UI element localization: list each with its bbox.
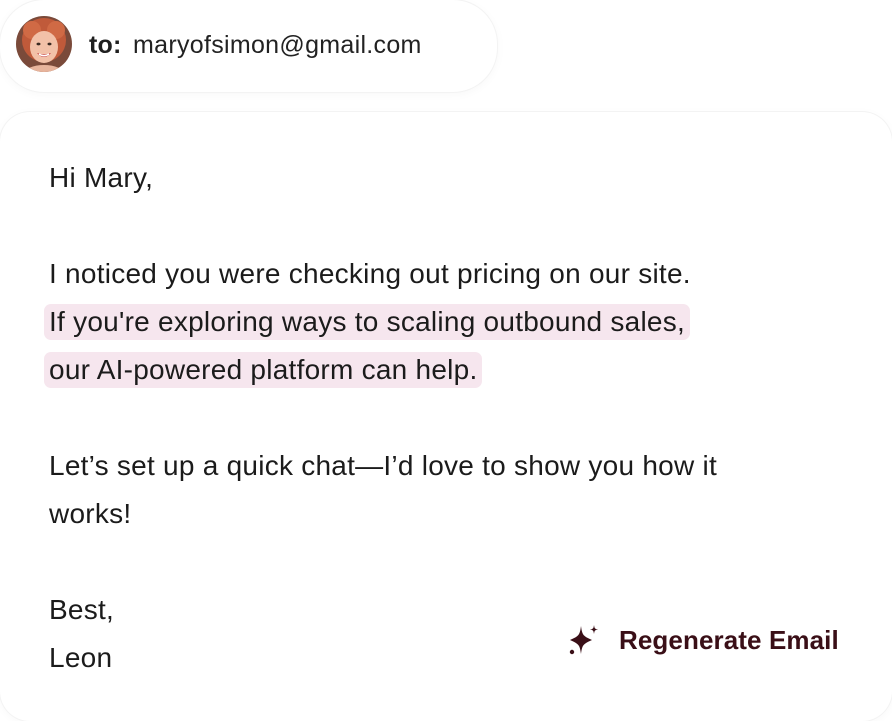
email-paragraph-1-line-1: I noticed you were checking out pricing … (49, 258, 691, 289)
avatar[interactable] (16, 16, 72, 72)
to-label: to: (89, 31, 122, 59)
regenerate-label: Regenerate Email (619, 624, 839, 655)
recipient-pill: to: maryofsimon@gmail.com (0, 0, 497, 92)
highlighted-text[interactable]: If you're exploring ways to scaling outb… (44, 304, 691, 340)
email-paragraph-1-line-3: our AI-powered platform can help. (44, 352, 483, 388)
email-paragraph-2-line-1: Let’s set up a quick chat—I’d love to sh… (49, 450, 717, 481)
highlighted-text[interactable]: our AI-powered platform can help. (44, 352, 483, 388)
email-greeting: Hi Mary, (49, 162, 154, 193)
sparkle-icon (569, 625, 598, 655)
email-paragraph-2-line-2: works! (49, 498, 132, 529)
email-signoff: Best, (49, 594, 115, 625)
email-signature: Leon (49, 642, 113, 673)
recipient-email[interactable]: maryofsimon@gmail.com (133, 31, 422, 60)
regenerate-email-button[interactable]: Regenerate Email (566, 620, 839, 660)
email-paragraph-1-line-2: If you're exploring ways to scaling outb… (44, 304, 691, 340)
